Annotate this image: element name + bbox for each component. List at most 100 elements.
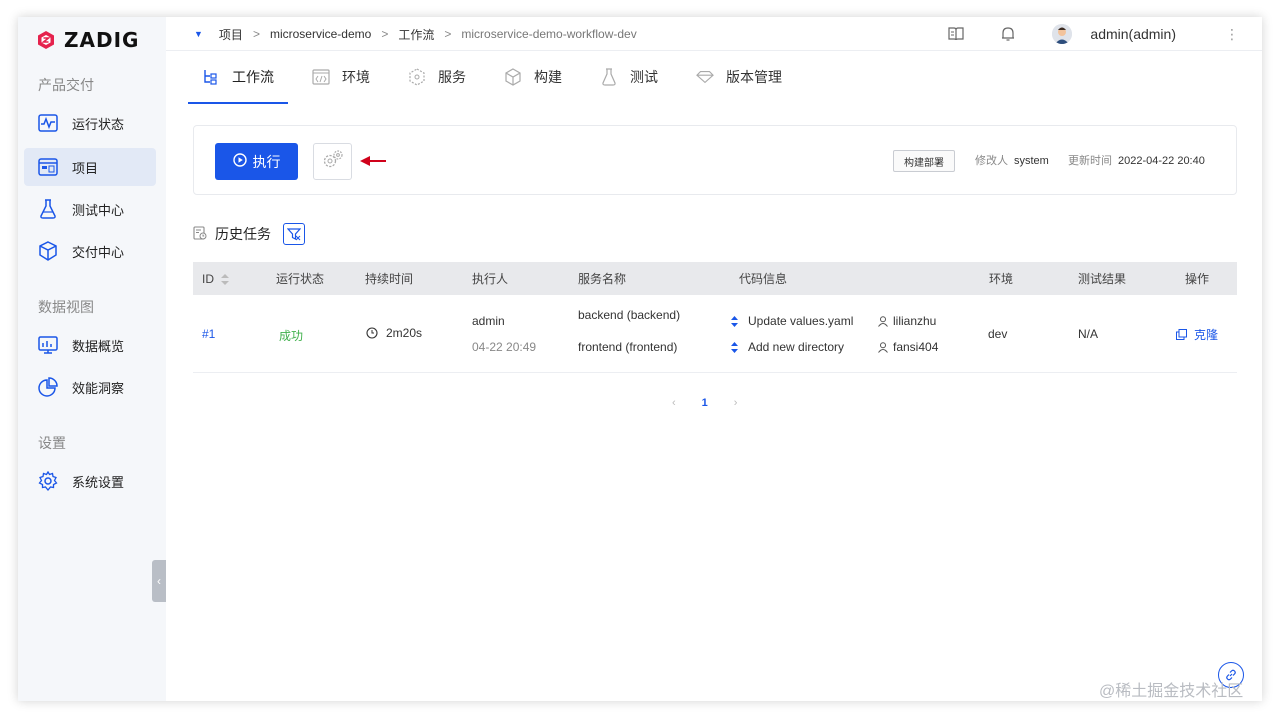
- breadcrumb: ▼ 项目 > microservice-demo > 工作流 > microse…: [194, 17, 637, 51]
- branch-expand-icon[interactable]: [731, 315, 738, 327]
- version-diamond-icon: [696, 68, 714, 86]
- tab-bar: 工作流 环境 服务 构建 测试 版本管理: [188, 51, 806, 121]
- sidebar-item-data-overview[interactable]: 数据概览: [24, 326, 156, 364]
- tab-label: 服务: [438, 69, 466, 85]
- more-vertical-icon[interactable]: ⋮: [1222, 24, 1242, 44]
- breadcrumb-item[interactable]: 项目: [219, 26, 243, 43]
- commit-author: lilianzhu: [878, 314, 936, 328]
- history-title: 历史任务: [215, 226, 271, 242]
- column-header-status: 运行状态: [276, 272, 325, 286]
- next-page-button[interactable]: ›: [734, 397, 738, 409]
- env-name: dev: [988, 327, 1008, 341]
- sidebar-collapse-handle[interactable]: ‹: [152, 560, 166, 602]
- gear-icon: [38, 471, 58, 491]
- package-icon: [38, 241, 58, 261]
- run-button[interactable]: 执行: [215, 143, 298, 180]
- avatar[interactable]: [1052, 24, 1073, 44]
- task-id-link[interactable]: #1: [202, 327, 215, 341]
- pagination: ‹ 1 ›: [672, 397, 737, 409]
- table-row[interactable]: #1 成功 2m20s admin 04-22 20:49 backend (b…: [193, 295, 1237, 373]
- tab-service[interactable]: 服务: [394, 51, 480, 103]
- test-result: N/A: [1078, 327, 1099, 341]
- run-label: 执行: [252, 153, 281, 170]
- commit-message[interactable]: Add new directory: [748, 340, 844, 354]
- breadcrumb-separator: >: [444, 27, 452, 41]
- updated-info: 更新时间 2022-04-22 20:40: [1068, 152, 1205, 168]
- red-arrow-annotation: [360, 156, 386, 166]
- duration: 2m20s: [366, 326, 422, 340]
- prev-page-button[interactable]: ‹: [672, 397, 676, 409]
- wave-monitor-icon: [38, 113, 58, 133]
- modifier-label: 修改人: [975, 155, 1008, 167]
- tab-label: 工作流: [232, 69, 274, 85]
- zadig-logo-icon: [38, 31, 54, 49]
- topbar: ▼ 项目 > microservice-demo > 工作流 > microse…: [166, 17, 1262, 51]
- sidebar-item-label: 项目: [72, 160, 99, 176]
- column-header-test-result: 测试结果: [1078, 272, 1127, 286]
- clone-button[interactable]: 克隆: [1176, 326, 1218, 343]
- pie-chart-icon: [38, 377, 58, 397]
- sidebar-item-label: 数据概览: [72, 338, 125, 354]
- column-header-env: 环境: [989, 272, 1014, 286]
- breadcrumb-current: microservice-demo-workflow-dev: [461, 27, 637, 41]
- sidebar-item-label: 系统设置: [72, 474, 125, 490]
- sidebar-item-project[interactable]: 项目: [24, 148, 156, 186]
- tab-version[interactable]: 版本管理: [682, 51, 796, 103]
- duration-value: 2m20s: [386, 326, 423, 340]
- user-name[interactable]: admin(admin): [1090, 26, 1176, 42]
- branch-expand-icon[interactable]: [731, 341, 738, 353]
- workflow-settings-button[interactable]: [313, 143, 352, 180]
- logo[interactable]: ZADIG: [36, 27, 139, 53]
- commit-message[interactable]: Update values.yaml: [748, 314, 853, 328]
- page-number-current[interactable]: 1: [702, 397, 708, 409]
- book-icon[interactable]: [946, 24, 966, 44]
- app-window: ZADIG 产品交付 运行状态 项目 测试中心 交付中心 数据视图 数据概览 效…: [18, 17, 1262, 701]
- flask-icon: [38, 199, 58, 219]
- tab-environment[interactable]: 环境: [298, 51, 384, 103]
- tab-test[interactable]: 测试: [586, 51, 672, 103]
- sidebar-item-delivery-center[interactable]: 交付中心: [24, 232, 156, 270]
- filter-button[interactable]: [283, 223, 305, 245]
- column-header-actions: 操作: [1185, 272, 1210, 286]
- user-icon: [878, 341, 888, 353]
- column-header-label: ID: [202, 271, 214, 286]
- pm-board-icon: [38, 157, 58, 177]
- sort-icon[interactable]: [221, 273, 230, 285]
- topbar-actions: admin(admin) ⋮: [946, 17, 1262, 51]
- breadcrumb-separator: >: [252, 27, 260, 41]
- test-flask-icon: [600, 68, 618, 86]
- breadcrumb-item[interactable]: microservice-demo: [270, 27, 371, 41]
- column-header-id[interactable]: ID: [202, 271, 230, 286]
- service-name: backend (backend): [578, 308, 681, 322]
- caret-down-icon[interactable]: ▼: [194, 29, 203, 39]
- tab-build[interactable]: 构建: [490, 51, 576, 103]
- build-cube-icon: [504, 68, 522, 86]
- bell-icon[interactable]: [998, 24, 1018, 44]
- sidebar-item-label: 交付中心: [72, 244, 125, 260]
- chevron-left-icon: ‹: [157, 574, 161, 588]
- modifier-value: system: [1014, 155, 1049, 167]
- executor-name: admin: [472, 314, 505, 328]
- sidebar-item-test-center[interactable]: 测试中心: [24, 190, 156, 228]
- commit-info[interactable]: Update values.yaml: [731, 314, 853, 328]
- brand-name: ZADIG: [64, 28, 140, 52]
- updated-label: 更新时间: [1068, 155, 1112, 167]
- filter-icon: [287, 228, 301, 241]
- clock-icon: [366, 327, 378, 339]
- commit-info[interactable]: Add new directory: [731, 340, 844, 354]
- tab-workflow[interactable]: 工作流: [188, 51, 288, 104]
- updated-value: 2022-04-22 20:40: [1118, 155, 1205, 167]
- sidebar-item-label: 测试中心: [72, 202, 125, 218]
- status-badge: 成功: [279, 329, 304, 343]
- history-header: 历史任务: [193, 222, 305, 246]
- sidebar-item-insight[interactable]: 效能洞察: [24, 368, 156, 406]
- code-env-icon: [312, 68, 330, 86]
- sidebar-item-system-settings[interactable]: 系统设置: [24, 462, 156, 500]
- play-icon: [232, 153, 247, 170]
- sidebar-item-status[interactable]: 运行状态: [24, 104, 156, 142]
- table-header: ID 运行状态 持续时间 执行人 服务名称 代码信息 环境 测试结果 操作: [193, 262, 1237, 295]
- breadcrumb-item[interactable]: 工作流: [398, 26, 434, 43]
- copy-icon: [1176, 329, 1187, 340]
- executed-at: 04-22 20:49: [472, 340, 537, 354]
- service-name: frontend (frontend): [578, 340, 678, 354]
